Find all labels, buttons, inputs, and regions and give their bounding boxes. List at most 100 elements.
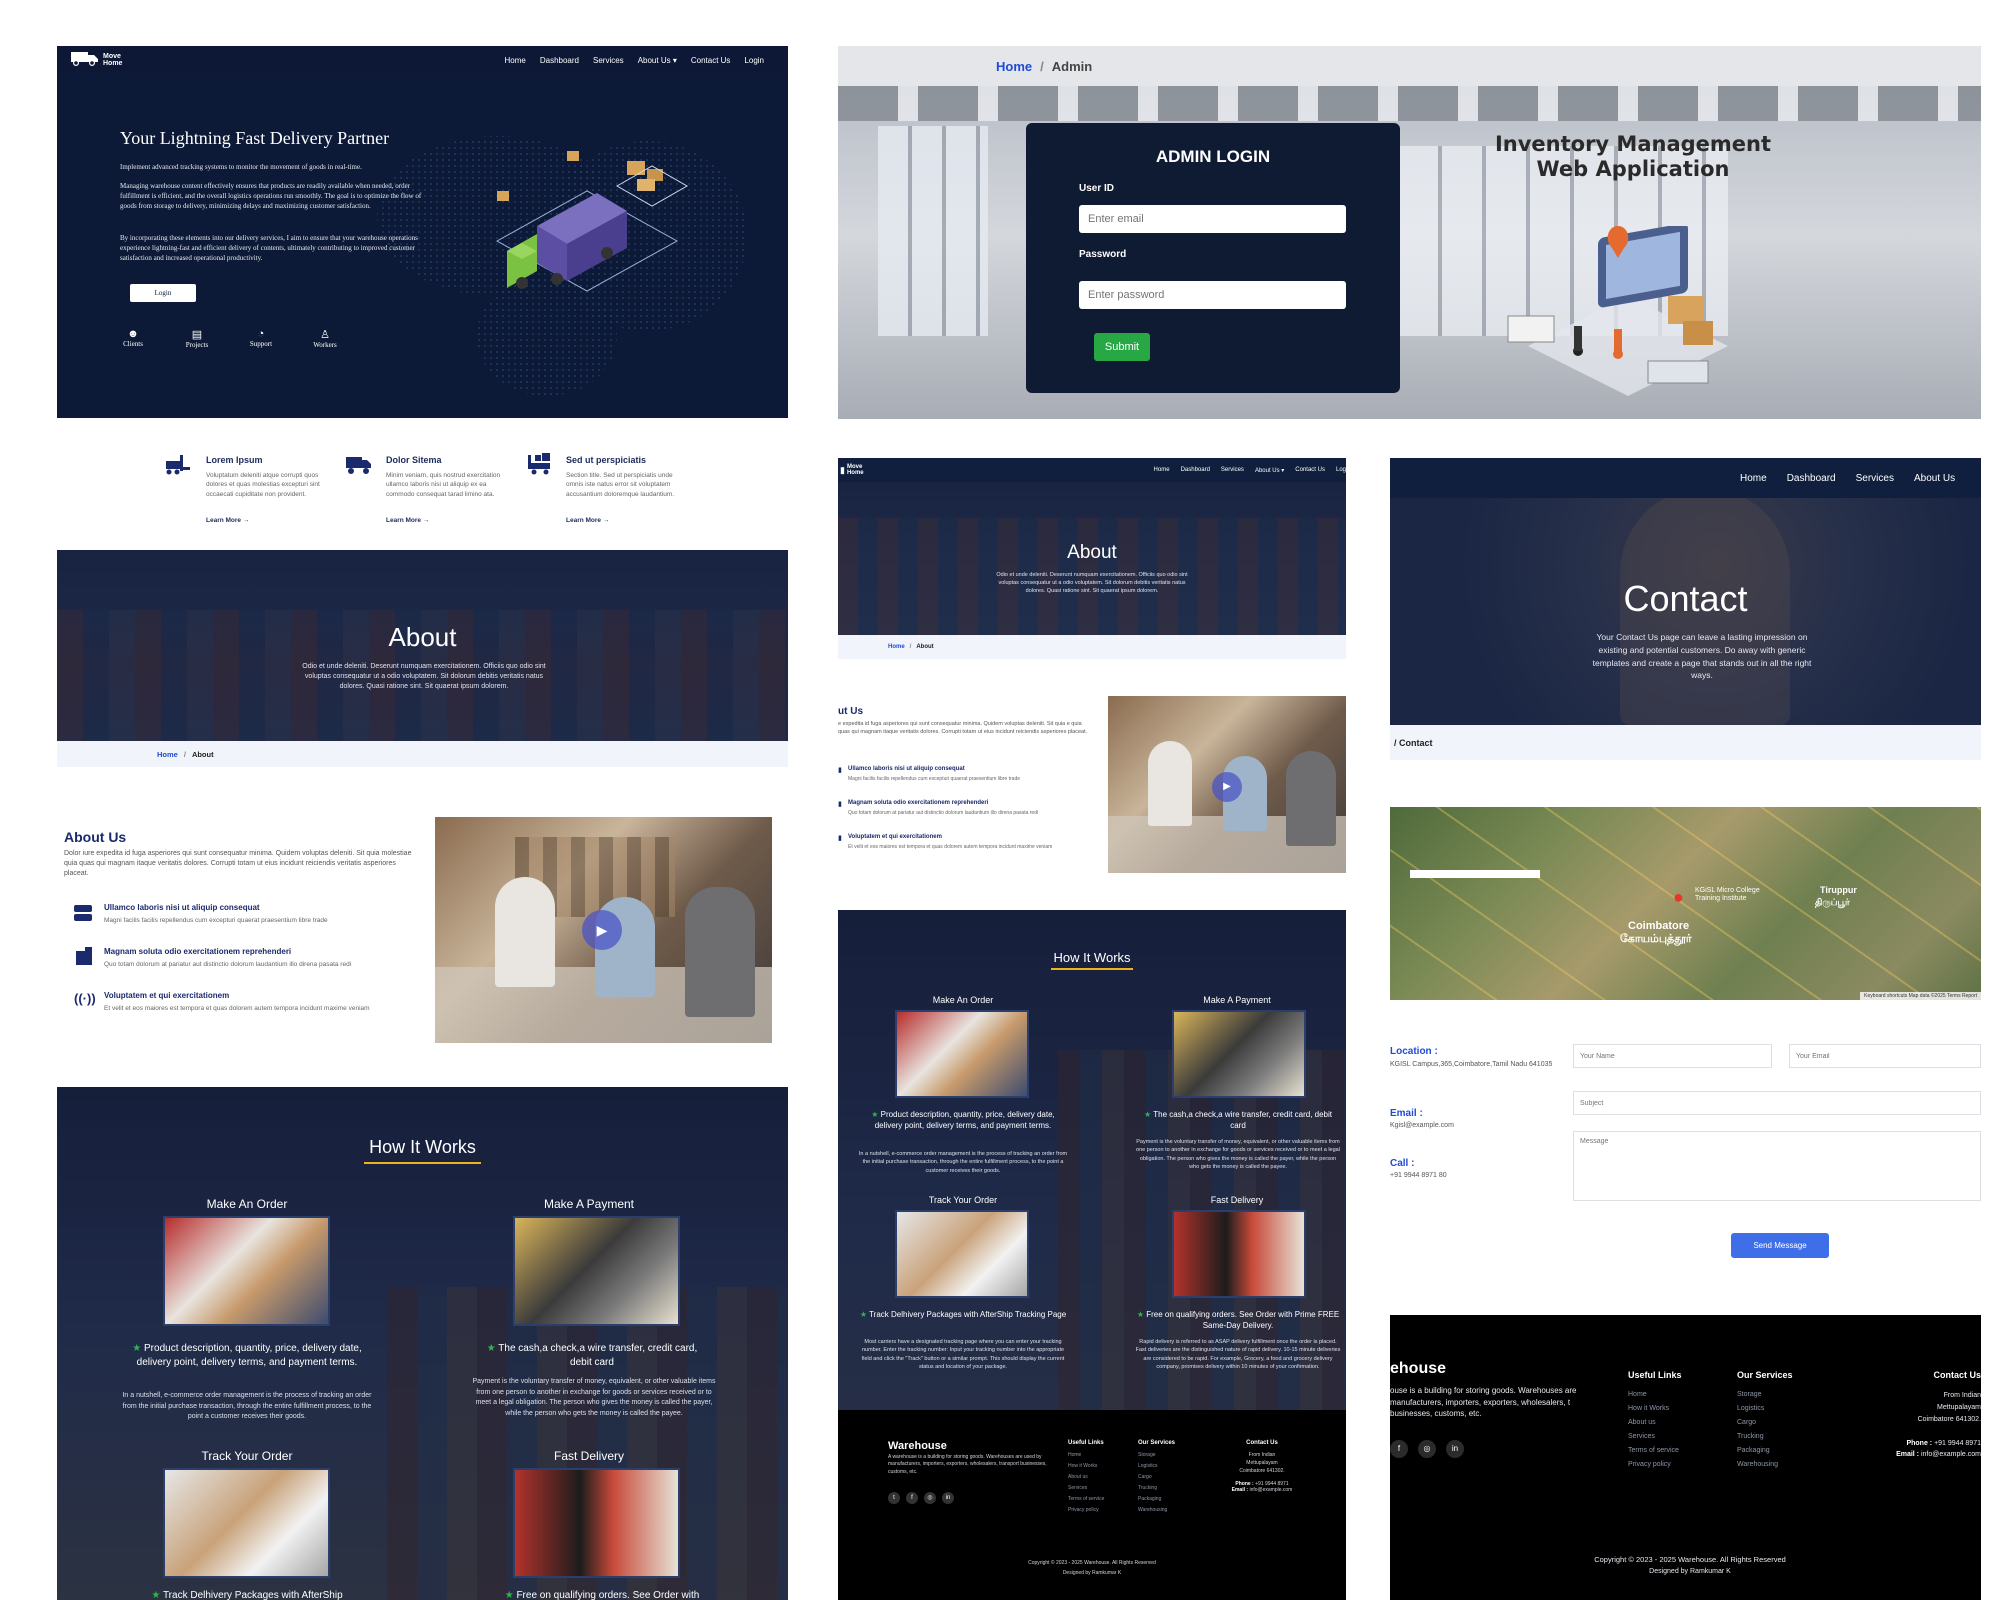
step-title-track-order: Track Your Order	[201, 1449, 293, 1463]
star-icon: ★	[1144, 1110, 1152, 1119]
footer-link-privacy[interactable]: Privacy policy	[1068, 1505, 1104, 1516]
contact-panel: Home Dashboard Services About Us Contact…	[1390, 458, 1981, 1600]
mid-make-order-photo	[895, 1010, 1029, 1098]
mid-about-text: Odio et unde deleniti. Deserunt numquam …	[996, 572, 1188, 594]
mid-breadcrumb: Home / About	[838, 635, 1346, 659]
nav-dashboard[interactable]: Dashboard	[1787, 473, 1836, 484]
email-field[interactable]	[1789, 1044, 1981, 1068]
office-video-thumbnail[interactable]: ▶	[435, 817, 772, 1043]
service-trucking[interactable]: Trucking	[1737, 1430, 1793, 1444]
nav-services[interactable]: Services	[593, 56, 624, 65]
nav-dashboard[interactable]: Dashboard	[540, 56, 579, 65]
building-icon	[76, 947, 92, 965]
nav-contact-us[interactable]: Contact Us	[1295, 467, 1325, 474]
service-storage[interactable]: Storage	[1138, 1450, 1175, 1461]
name-field[interactable]	[1573, 1044, 1772, 1068]
location-value: KGISL Campus,365,Coimbatore,Tamil Nadu 6…	[1390, 1061, 1553, 1068]
service-packaging[interactable]: Packaging	[1138, 1494, 1175, 1505]
nav-login[interactable]: Login	[744, 56, 764, 65]
facebook-icon[interactable]: f	[1390, 1440, 1408, 1458]
how-title-underline	[364, 1162, 481, 1164]
mid-how-underline	[1051, 968, 1133, 970]
nav-home[interactable]: Home	[505, 56, 526, 65]
our-services-title: Our Services	[1737, 1370, 1793, 1380]
warehouse-background	[838, 86, 1981, 419]
service-cargo[interactable]: Cargo	[1138, 1472, 1175, 1483]
crumb-home[interactable]: Home	[888, 644, 905, 650]
linkedin-icon[interactable]: in	[1446, 1440, 1464, 1458]
email-field[interactable]	[1079, 205, 1346, 233]
service-storage[interactable]: Storage	[1737, 1388, 1793, 1402]
instagram-icon[interactable]: ◎	[924, 1492, 936, 1504]
service-logistics[interactable]: Logistics	[1737, 1402, 1793, 1416]
submit-button[interactable]: Submit	[1094, 333, 1150, 361]
footer-link-how[interactable]: How it Works	[1628, 1402, 1682, 1416]
crumb-home[interactable]: Home	[157, 750, 178, 759]
footer-link-home[interactable]: Home	[1628, 1388, 1682, 1402]
about-us-title: About Us	[64, 829, 127, 845]
contact-footer-services: Our Services Storage Logistics Cargo Tru…	[1737, 1370, 1793, 1472]
nav-home[interactable]: Home	[1740, 473, 1767, 484]
play-icon[interactable]: ▶	[1212, 772, 1242, 802]
footer-link-home[interactable]: Home	[1068, 1450, 1104, 1461]
truck-logo-icon: ▮	[840, 464, 845, 475]
map-search-bar[interactable]	[1410, 870, 1540, 878]
feature-link-2[interactable]: Learn More →	[386, 517, 429, 524]
footer-link-terms[interactable]: Terms of service	[1068, 1494, 1104, 1505]
footer-link-privacy[interactable]: Privacy policy	[1628, 1458, 1682, 1472]
nav-about-us[interactable]: About Us ▾	[1255, 467, 1284, 474]
nav-about-us[interactable]: About Us ▾	[638, 56, 677, 65]
location-map[interactable]: ● KGiSL Micro College Training Institute…	[1390, 807, 1981, 1000]
footer-link-about[interactable]: About us	[1068, 1472, 1104, 1483]
feature-link-1[interactable]: Learn More →	[206, 517, 249, 524]
instagram-icon[interactable]: ◎	[1418, 1440, 1436, 1458]
message-field[interactable]	[1573, 1131, 1981, 1201]
subject-field[interactable]	[1573, 1091, 1981, 1115]
nav-home[interactable]: Home	[1154, 467, 1170, 474]
play-icon[interactable]: ▶	[582, 910, 622, 950]
nav-services[interactable]: Services	[1221, 467, 1244, 474]
about-us-panel: About Us Dolor iure expedita id fuga asp…	[57, 815, 788, 1045]
mid-step-text-track-order: Most carriers have a designated tracking…	[861, 1339, 1065, 1370]
mid-office-video-thumbnail[interactable]: ▶	[1108, 696, 1346, 873]
service-warehousing[interactable]: Warehousing	[1138, 1505, 1175, 1516]
service-logistics[interactable]: Logistics	[1138, 1461, 1175, 1472]
footer-link-about[interactable]: About us	[1628, 1416, 1682, 1430]
map-road-overlay	[1390, 807, 1981, 1000]
password-field[interactable]	[1079, 281, 1346, 309]
brand-name[interactable]: Move Home	[847, 464, 869, 476]
brand-logo[interactable]: Move Home	[71, 50, 129, 71]
service-cargo[interactable]: Cargo	[1737, 1416, 1793, 1430]
feature-title-1: Lorem Ipsum	[206, 455, 263, 465]
footer-link-services[interactable]: Services	[1068, 1483, 1104, 1494]
nav-dashboard[interactable]: Dashboard	[1181, 467, 1210, 474]
map-city: Coimbatore	[1628, 920, 1690, 932]
service-trucking[interactable]: Trucking	[1138, 1483, 1175, 1494]
send-message-button[interactable]: Send Message	[1731, 1233, 1829, 1258]
facebook-icon[interactable]: f	[906, 1492, 918, 1504]
crumb-current: About	[191, 749, 214, 759]
map-marker-icon[interactable]: ●	[1673, 887, 1684, 908]
nav-services[interactable]: Services	[1856, 473, 1894, 484]
contact-title: Contact	[1623, 578, 1748, 619]
footer-link-how[interactable]: How it Works	[1068, 1461, 1104, 1472]
feature-link-3[interactable]: Learn More →	[566, 517, 609, 524]
nav-login[interactable]: Log	[1336, 467, 1346, 474]
footer-link-terms[interactable]: Terms of service	[1628, 1444, 1682, 1458]
footer-link-services[interactable]: Services	[1628, 1430, 1682, 1444]
hero-login-button[interactable]: Login	[130, 284, 196, 302]
mid-step-title-make-order: Make An Order	[932, 995, 994, 1005]
twitter-icon[interactable]: t	[888, 1492, 900, 1504]
step-title-make-order: Make An Order	[206, 1197, 288, 1211]
nav-about-us[interactable]: About Us	[1914, 473, 1955, 484]
service-warehousing[interactable]: Warehousing	[1737, 1458, 1793, 1472]
map-town-tamil: திருப்பூர்	[1815, 897, 1850, 907]
mid-about-title: About	[1067, 542, 1117, 563]
support-icon: ◔	[257, 328, 265, 340]
service-packaging[interactable]: Packaging	[1737, 1444, 1793, 1458]
footer-desc: ouse is a building for storing goods. Wa…	[1390, 1386, 1577, 1419]
linkedin-icon[interactable]: in	[942, 1492, 954, 1504]
crumb-home[interactable]: Home	[996, 59, 1032, 74]
nav-contact-us[interactable]: Contact Us	[691, 56, 731, 65]
building-icon: ▮	[838, 801, 842, 808]
